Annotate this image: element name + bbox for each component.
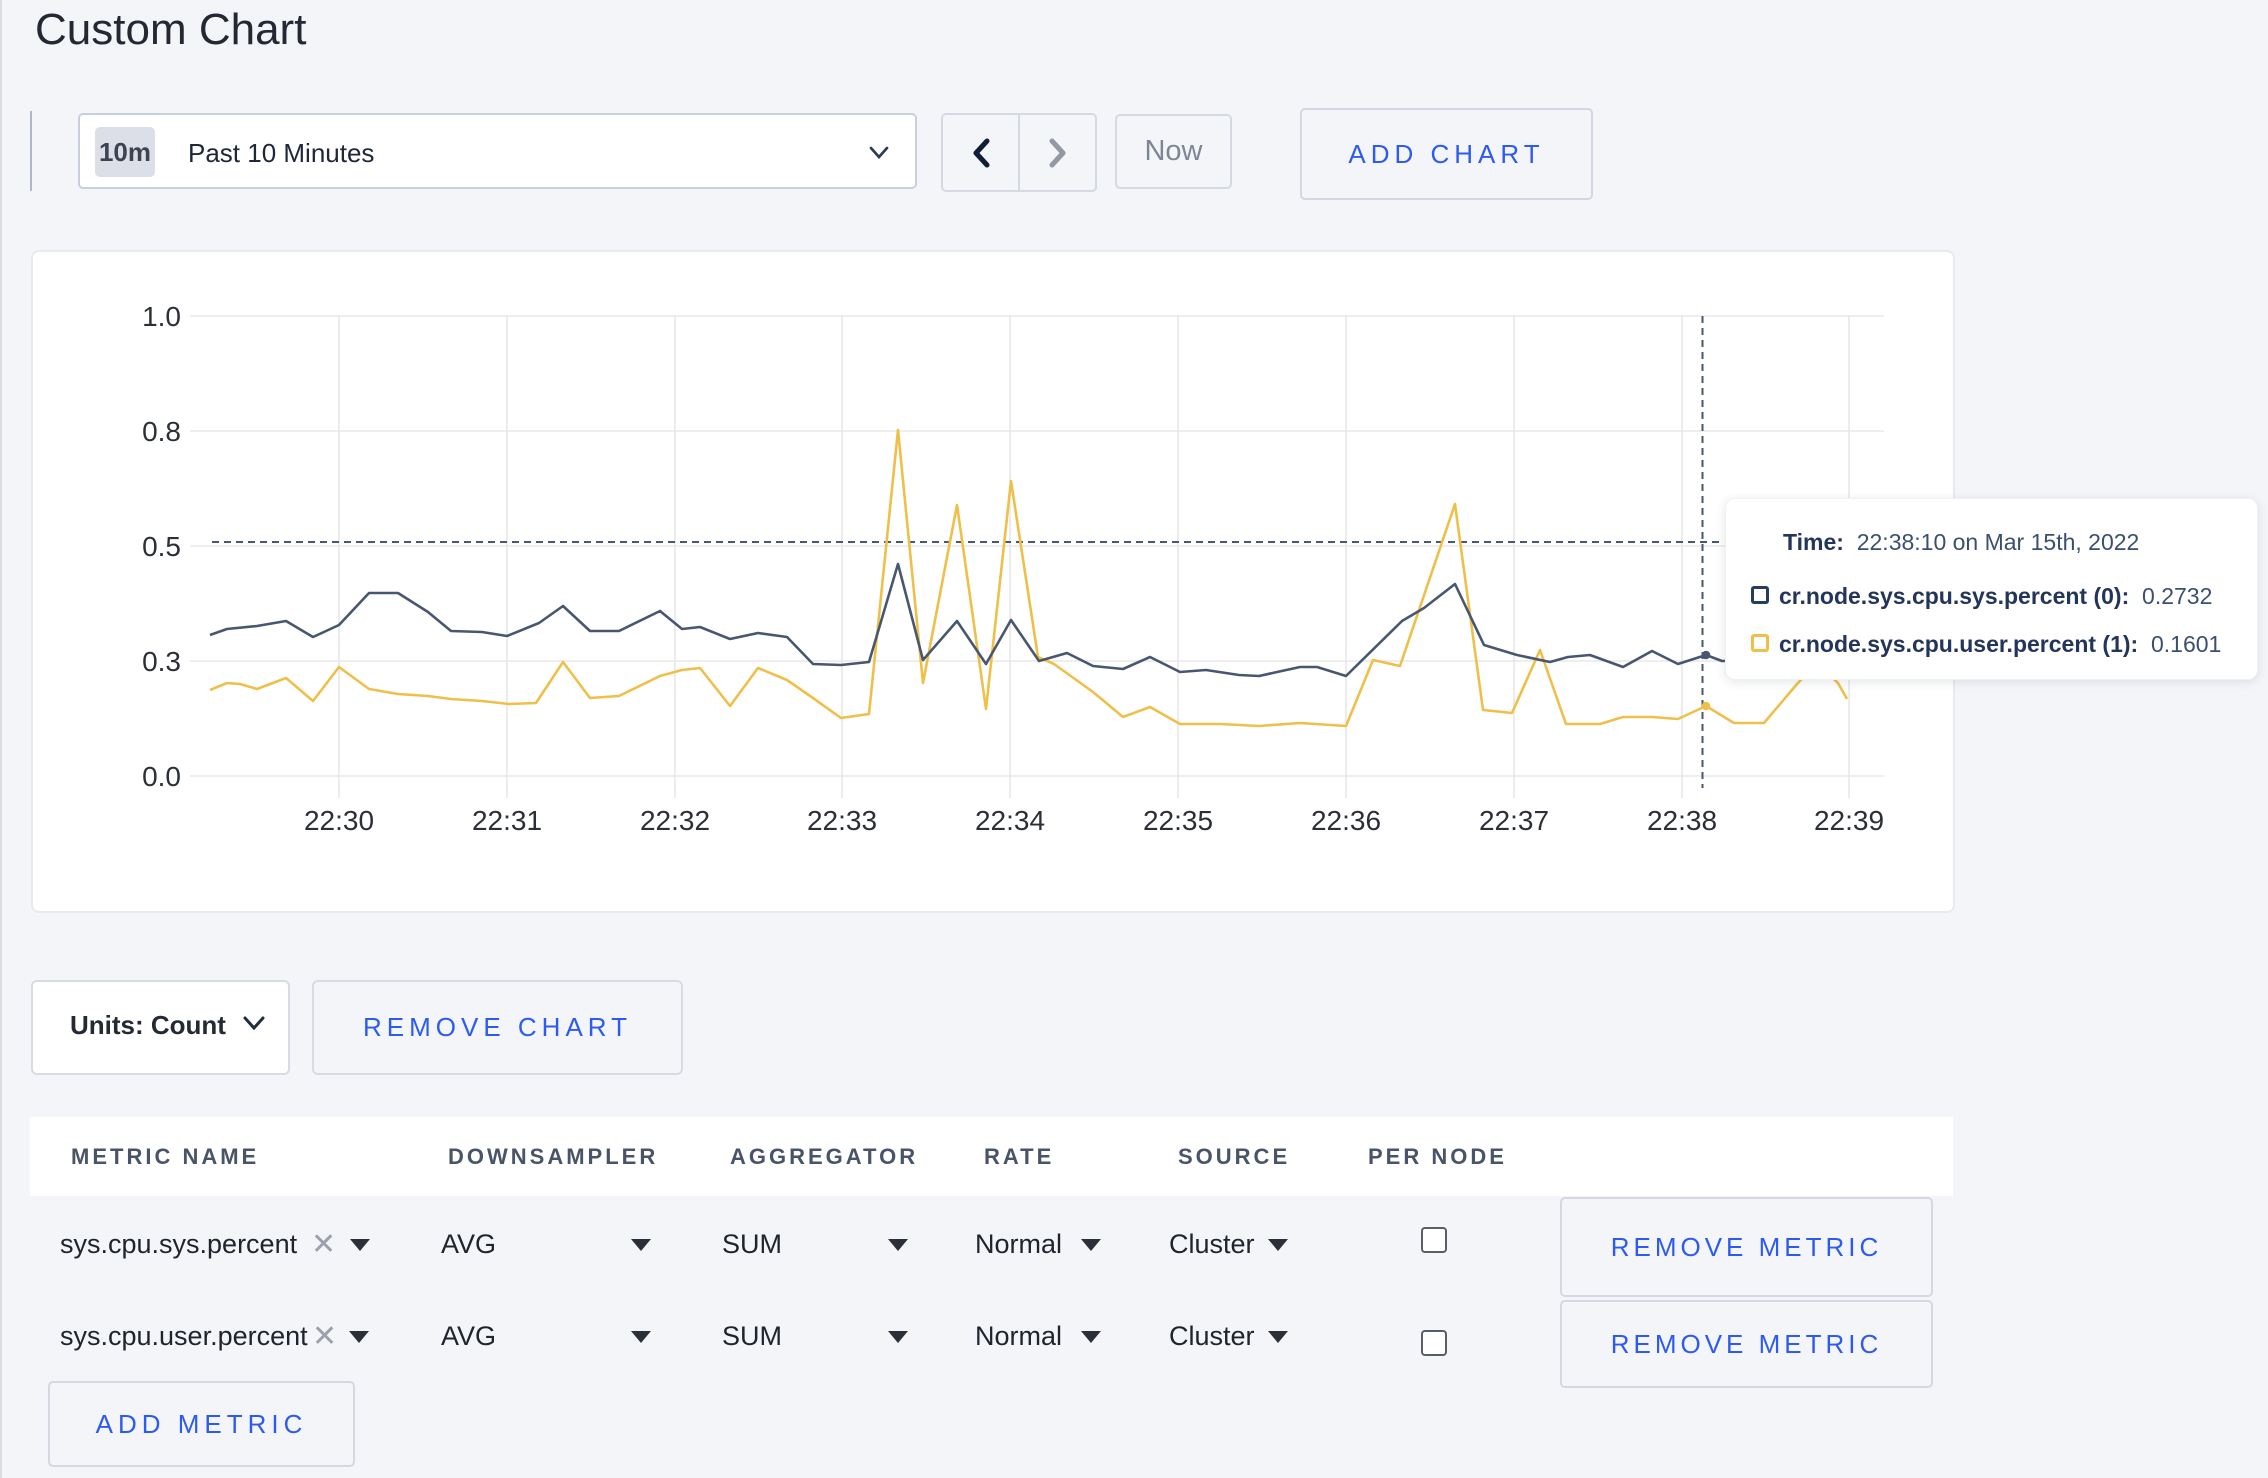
svg-text:0.5: 0.5 (142, 531, 181, 562)
svg-text:22:30: 22:30 (304, 805, 374, 836)
svg-text:22:34: 22:34 (975, 805, 1045, 836)
svg-text:22:33: 22:33 (807, 805, 877, 836)
svg-text:22:31: 22:31 (472, 805, 542, 836)
svg-text:22:37: 22:37 (1479, 805, 1549, 836)
svg-text:22:36: 22:36 (1311, 805, 1381, 836)
svg-text:0.3: 0.3 (142, 646, 181, 677)
svg-text:22:39: 22:39 (1814, 805, 1884, 836)
svg-text:22:32: 22:32 (640, 805, 710, 836)
svg-text:1.0: 1.0 (142, 301, 181, 332)
svg-text:22:38: 22:38 (1647, 805, 1717, 836)
svg-text:0.8: 0.8 (142, 416, 181, 447)
svg-text:22:35: 22:35 (1143, 805, 1213, 836)
svg-text:0.0: 0.0 (142, 761, 181, 792)
